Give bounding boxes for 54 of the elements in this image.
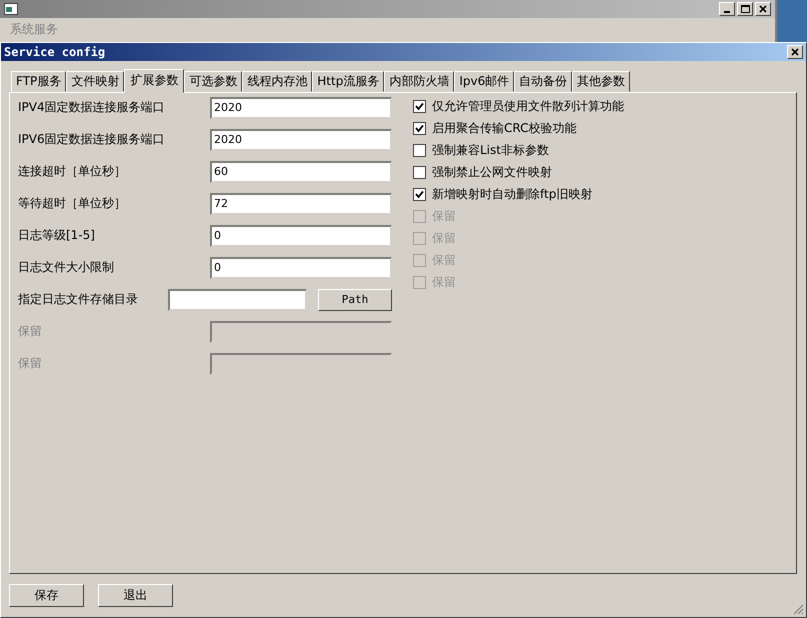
input-field[interactable]: 0	[210, 224, 392, 247]
tab[interactable]: 自动备份	[514, 70, 572, 92]
checkbox-label: 强制兼容List非标参数	[432, 142, 549, 160]
checkbox[interactable]	[413, 188, 426, 202]
checkbox[interactable]	[413, 166, 426, 180]
checkbox[interactable]	[413, 100, 426, 114]
tab[interactable]: 线程内存池	[242, 70, 312, 92]
input-field[interactable]: 2020	[210, 96, 392, 119]
checkbox-label: 仅允许管理员使用文件散列计算功能	[432, 98, 624, 116]
tab[interactable]: 内部防火墙	[384, 70, 454, 92]
tab[interactable]: 其他参数	[572, 70, 630, 92]
checkbox-label: 启用聚合传输CRC校验功能	[432, 120, 576, 138]
checkbox-label: 强制禁止公网文件映射	[432, 164, 552, 182]
field-label: 保留	[18, 323, 43, 340]
maximize-icon	[740, 5, 750, 13]
checkbox[interactable]	[413, 144, 426, 158]
tab[interactable]: 文件映射	[66, 70, 124, 92]
tab[interactable]: 扩展参数	[124, 68, 184, 93]
dialog-button[interactable]: 保存	[9, 584, 84, 607]
checkbox-label: 保留	[432, 252, 456, 270]
checkbox-label: 保留	[432, 230, 456, 248]
input-field[interactable]	[168, 288, 307, 311]
close-icon	[759, 5, 767, 13]
dialog-button[interactable]: 退出	[98, 584, 173, 607]
close-button[interactable]	[755, 2, 771, 16]
tab[interactable]: Ipv6邮件	[454, 70, 514, 92]
desktop-background	[777, 0, 807, 42]
close-icon	[791, 48, 799, 56]
app-icon	[4, 3, 18, 15]
field-label: 等待超时［单位秒］	[18, 195, 127, 212]
dialog-title: Service config	[4, 44, 106, 59]
input-field[interactable]: 0	[210, 256, 392, 279]
resize-grip-icon[interactable]	[792, 603, 804, 615]
tab[interactable]: 可选参数	[184, 70, 242, 92]
tab[interactable]: Http流服务	[312, 70, 384, 92]
field-label: 日志文件大小限制	[18, 259, 115, 276]
tab[interactable]: FTP服务	[11, 70, 66, 92]
maximize-button[interactable]	[737, 2, 753, 16]
field-label: 保留	[18, 355, 43, 372]
minimize-button[interactable]	[719, 2, 735, 16]
field-label: 指定日志文件存储目录	[18, 291, 139, 308]
field-label: IPV4固定数据连接服务端口	[18, 99, 166, 116]
input-field[interactable]: 60	[210, 160, 392, 183]
close-button[interactable]	[787, 44, 803, 59]
field-label: 日志等级[1-5]	[18, 227, 96, 244]
checkbox[interactable]	[413, 122, 426, 136]
input-field[interactable]: 72	[210, 192, 392, 215]
checkbox-label: 保留	[432, 208, 456, 226]
checkbox-label: 保留	[432, 274, 456, 292]
path-button[interactable]: Path	[318, 288, 392, 311]
field-label: IPV6固定数据连接服务端口	[18, 131, 166, 148]
field-label: 连接超时［单位秒］	[18, 163, 127, 180]
checkbox-label: 新增映射时自动删除ftp旧映射	[432, 186, 592, 204]
input-field[interactable]: 2020	[210, 128, 392, 151]
